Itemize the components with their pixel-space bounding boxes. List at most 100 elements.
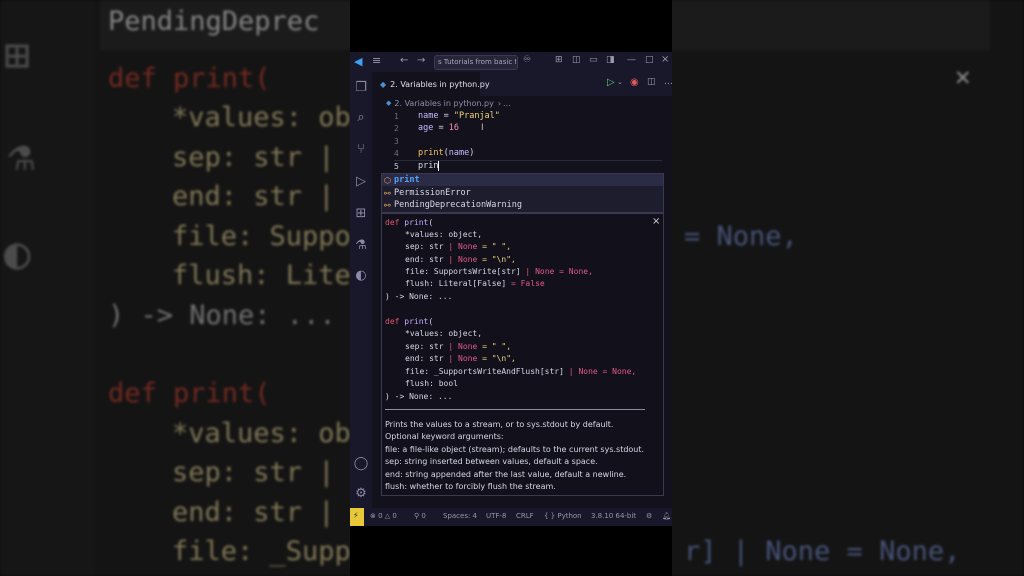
- suggestion-item-pendingdeprecationwarning[interactable]: ⚯ PendingDeprecationWarning: [384, 199, 522, 211]
- signature-param: sep: str | None = " ",: [405, 342, 512, 351]
- status-bar: ⚡ ⊗ 0 △ 0 ⚲ 0 Spaces: 4 UTF-8 CRLF { } P…: [350, 508, 672, 526]
- indentation-status[interactable]: Spaces: 4: [443, 512, 477, 520]
- line-number: 4: [394, 149, 399, 158]
- problems-status[interactable]: ⊗ 0 △ 0: [370, 512, 397, 520]
- background-code-line: file: Suppo: [172, 221, 351, 252]
- copilot-icon[interactable]: ♾: [523, 55, 531, 65]
- signature-return: ) -> None: ...: [385, 292, 453, 301]
- source-control-icon[interactable]: ⑂: [353, 142, 369, 158]
- back-arrow-icon[interactable]: ←: [400, 55, 408, 66]
- code-line[interactable]: print(name): [418, 148, 474, 158]
- eol-status[interactable]: CRLF: [516, 512, 534, 520]
- feedback-icon[interactable]: ⚙: [646, 512, 652, 520]
- text-cursor-icon: I: [481, 123, 484, 133]
- run-python-file-icon[interactable]: ▷: [607, 77, 615, 88]
- encoding-status[interactable]: UTF-8: [486, 512, 506, 520]
- interpreter-status[interactable]: 3.8.10 64-bit: [591, 512, 636, 520]
- background-code-line: *values: ob: [172, 418, 351, 449]
- code-variable: age: [418, 123, 434, 133]
- signature-param: file: _SupportsWriteAndFlush[str] | None…: [405, 367, 637, 376]
- remote-icon: ◐: [4, 228, 31, 279]
- doc-line: flush: whether to forcibly flush the str…: [385, 482, 556, 491]
- code-line[interactable]: age = 16: [418, 123, 459, 133]
- background-code-line: ) -> None: ...: [108, 300, 336, 331]
- background-code-line: file: _Supp: [172, 536, 351, 567]
- code-number: 16: [448, 123, 459, 133]
- background-code-line: sep: str |: [172, 142, 335, 173]
- code-line-active[interactable]: prin: [418, 161, 440, 171]
- suggestion-item-print[interactable]: ⬡ print: [384, 174, 420, 186]
- background-code-line: r] | None = None,: [684, 536, 961, 567]
- signature-param: *values: object,: [405, 329, 483, 338]
- background-code-line: end: str |: [172, 181, 335, 212]
- autocomplete-suggestions: ⬡ print ⚯ PermissionError ⚯ PendingDeprecat…: [381, 173, 664, 213]
- close-icon[interactable]: ×: [661, 54, 669, 65]
- run-debug-icon[interactable]: ▷: [353, 174, 369, 190]
- video-bottom-bar: [350, 526, 672, 576]
- language-status[interactable]: { } Python: [544, 512, 582, 520]
- code-operator: =: [438, 111, 454, 121]
- remote-explorer-icon[interactable]: ◐: [353, 268, 369, 284]
- doc-line: file: a file-like object (stream); defau…: [385, 445, 645, 454]
- testing-icon: ⚗: [8, 130, 35, 181]
- doc-line: sep: string inserted between values, def…: [385, 457, 598, 466]
- layout-icon[interactable]: ⊞: [555, 55, 563, 65]
- doc-line: end: string appended after the last valu…: [385, 470, 627, 479]
- background-header-text: PendingDeprec: [108, 6, 320, 37]
- code-string: "Pranjal": [453, 111, 500, 121]
- line-number: 1: [394, 112, 399, 121]
- code-line[interactable]: name = "Pranjal": [418, 111, 500, 121]
- minimize-icon[interactable]: —: [627, 55, 636, 65]
- signature-param: *values: object,: [405, 230, 483, 239]
- explorer-icon[interactable]: ❐: [353, 80, 369, 96]
- close-details-icon[interactable]: ×: [652, 216, 660, 227]
- selected-suggestion-highlight: [382, 174, 663, 186]
- suggestion-label: print: [394, 175, 420, 185]
- signature-header: def print(: [385, 218, 434, 227]
- doc-line: Optional keyword arguments:: [385, 432, 504, 441]
- class-icon: ⚯: [384, 188, 391, 198]
- toggle-panel-icon[interactable]: ▭: [589, 55, 598, 65]
- signature-param: end: str | None = "\n",: [405, 354, 516, 363]
- forward-arrow-icon[interactable]: →: [417, 55, 425, 66]
- doc-line: Prints the values to a stream, or to sys…: [385, 420, 614, 429]
- remote-indicator[interactable]: ⚡: [350, 508, 364, 526]
- tab-bar: ◆ 2. Variables in python.py ▷ ⌄ ◉ ◫ …: [372, 72, 672, 96]
- code-argument: name: [448, 148, 470, 158]
- line-number: 2: [394, 124, 399, 133]
- signature-header: def print(: [385, 317, 434, 326]
- vscode-logo-icon: ◀: [354, 55, 363, 68]
- tab-variables-in-python[interactable]: ◆ 2. Variables in python.py: [372, 72, 490, 96]
- accounts-icon[interactable]: ◯: [353, 456, 369, 472]
- menu-icon[interactable]: ≡: [372, 54, 381, 67]
- extensions-icon: ⊞: [4, 30, 31, 81]
- maximize-icon[interactable]: □: [645, 55, 654, 65]
- remote-icon: ⚡: [353, 511, 359, 520]
- text-caret: [438, 161, 440, 171]
- line-number: 3: [394, 137, 399, 146]
- testing-icon[interactable]: ⚗: [353, 238, 369, 254]
- more-actions-icon[interactable]: …: [664, 77, 672, 87]
- ports-status[interactable]: ⚲ 0: [414, 512, 426, 520]
- toggle-sidebar-icon[interactable]: ◫: [572, 55, 581, 65]
- settings-gear-icon[interactable]: ⚙: [353, 486, 369, 502]
- code-function-call: print: [418, 148, 444, 158]
- extensions-icon[interactable]: ⊞: [353, 206, 369, 222]
- breadcrumb-file[interactable]: 2. Variables in python.py: [394, 99, 493, 108]
- split-editor-icon[interactable]: ◫: [647, 77, 656, 87]
- search-icon[interactable]: ⌕: [353, 110, 369, 126]
- chevron-down-icon[interactable]: ⌄: [617, 78, 623, 86]
- command-center-search[interactable]: s Tutorials from basic t: [434, 55, 518, 70]
- method-icon: ⬡: [384, 175, 391, 185]
- suggestion-item-permissionerror[interactable]: ⚯ PermissionError: [384, 187, 471, 199]
- record-icon[interactable]: ◉: [630, 77, 639, 88]
- breadcrumb-separator: ›: [497, 98, 502, 108]
- suggestion-label: PendingDeprecationWarning: [394, 200, 522, 210]
- toggle-secondary-sidebar-icon[interactable]: ◨: [606, 55, 615, 65]
- breadcrumb-more[interactable]: ...: [503, 99, 511, 108]
- background-code-line: = None,: [684, 221, 798, 252]
- signature-param: sep: str | None = " ",: [405, 242, 512, 251]
- signature-param: file: SupportsWrite[str] | None = None,: [405, 267, 593, 276]
- title-bar: ◀ ≡ ← → s Tutorials from basic t ♾ ⊞ ◫ ▭…: [350, 52, 672, 72]
- notifications-icon[interactable]: 🔔︎: [662, 512, 671, 520]
